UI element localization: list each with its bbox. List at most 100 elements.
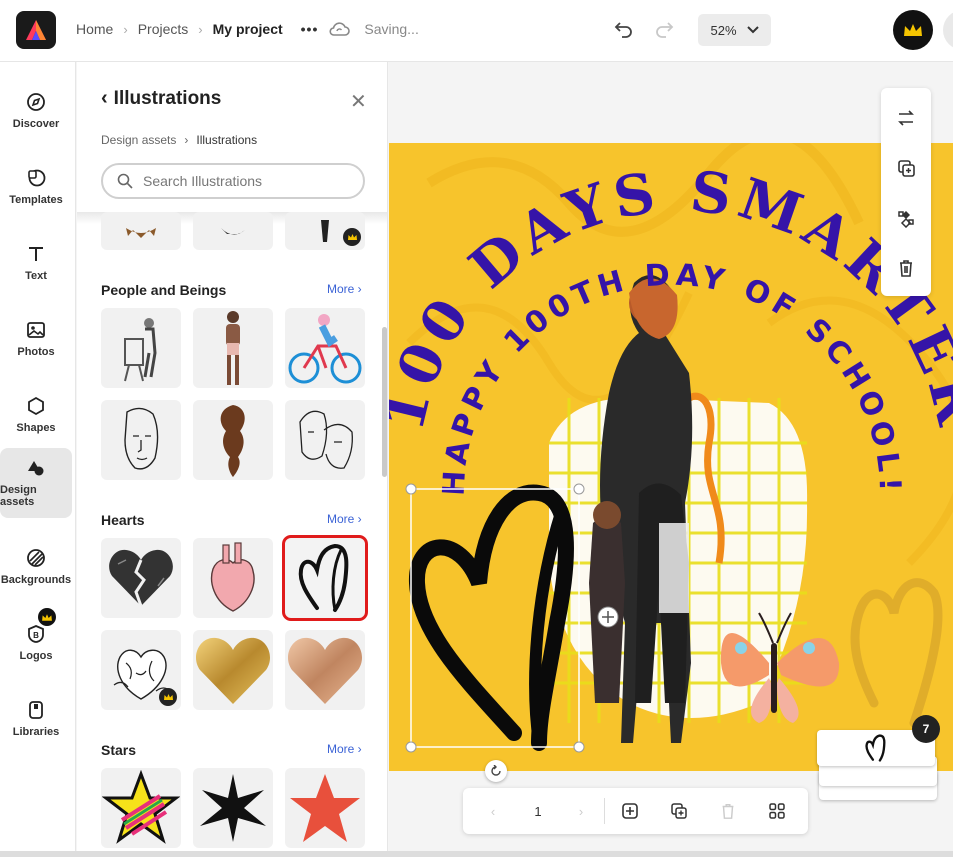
rail-item-shapes[interactable]: Shapes [0, 380, 72, 450]
more-link-hearts[interactable]: More › [327, 512, 362, 526]
search-input[interactable] [143, 173, 343, 189]
panel-scrollbar[interactable] [382, 327, 387, 477]
section-title-people: People and Beings [101, 282, 227, 298]
illustration-tile-red-star[interactable] [285, 768, 365, 848]
more-link-people[interactable]: More › [327, 282, 362, 296]
illustration-tile-rainbow-star[interactable] [101, 768, 181, 848]
panel-title-text: Illustrations [113, 87, 222, 109]
libraries-icon [29, 701, 43, 719]
add-page-button[interactable] [618, 799, 642, 823]
redo-button[interactable] [654, 18, 674, 44]
premium-crown-badge [343, 228, 361, 246]
panel-breadcrumb-current: Illustrations [196, 133, 258, 147]
close-icon[interactable]: ✕ [350, 89, 367, 114]
duplicate-icon [898, 160, 915, 177]
previous-page-button[interactable]: ‹ [481, 799, 505, 823]
more-label: More [327, 512, 355, 526]
illustration-tile-anatomical-heart[interactable] [193, 538, 273, 618]
illustration-tile-scribble-heart-selected[interactable] [282, 535, 368, 621]
rail-item-logos[interactable]: B Logos [0, 608, 72, 678]
illustration-tile[interactable] [285, 212, 365, 250]
chevron-right-icon: › [123, 21, 128, 37]
photo-icon [27, 322, 45, 338]
logos-icon: B [28, 625, 44, 643]
breadcrumb-current[interactable]: My project [213, 21, 283, 37]
cyclist-illustration-icon [288, 314, 362, 384]
duplicate-button[interactable] [894, 156, 918, 180]
illustration-tile-line-face[interactable] [101, 400, 181, 480]
rail-item-photos[interactable]: Photos [0, 304, 72, 374]
rail-label: Discover [12, 118, 60, 130]
duplicate-page-button[interactable] [667, 799, 691, 823]
rail-item-discover[interactable]: Discover [0, 76, 72, 146]
rotate-handle[interactable] [485, 760, 507, 782]
rose-gold-heart-icon [287, 637, 363, 704]
canvas-area: 100 DAYS SMARTER HAPPY 100TH DAY OF SCHO… [389, 62, 953, 857]
braid-illustration-icon [220, 405, 245, 477]
rail-label: Photos [17, 346, 55, 358]
chevron-down-icon [746, 26, 759, 34]
crown-icon [904, 24, 922, 36]
more-options-button[interactable]: ••• [301, 21, 319, 37]
illustrations-panel: ‹ Illustrations ✕ Design assets › Illust… [77, 62, 388, 857]
premium-avatar[interactable] [893, 10, 933, 50]
design-artboard[interactable]: 100 DAYS SMARTER HAPPY 100TH DAY OF SCHO… [389, 143, 953, 771]
grid-view-button[interactable] [765, 799, 789, 823]
breadcrumb-projects[interactable]: Projects [138, 21, 189, 37]
illustration-tile-braid[interactable] [193, 400, 273, 480]
red-star-icon [290, 774, 360, 842]
illustration-tile[interactable] [101, 212, 181, 250]
add-page-icon [622, 803, 638, 819]
trash-icon [900, 260, 912, 277]
rail-item-backgrounds[interactable]: Backgrounds [0, 532, 72, 602]
adobe-express-logo-icon [26, 20, 46, 40]
illustration-tile-black-star[interactable] [193, 768, 273, 848]
rail-label: Shapes [16, 422, 56, 434]
section-title-hearts: Hearts [101, 512, 145, 528]
next-page-button[interactable]: › [569, 799, 593, 823]
arrange-button[interactable] [894, 206, 918, 230]
search-box[interactable] [101, 163, 365, 199]
illustration-tile-bike-rider[interactable] [285, 308, 365, 388]
chevron-left-icon[interactable]: ‹ [101, 87, 108, 110]
cloud-sync-icon [329, 22, 351, 36]
illustration-tile-gold-heart[interactable] [193, 630, 273, 710]
illustration-tile-woman-standing[interactable] [193, 308, 273, 388]
premium-crown-badge [38, 608, 56, 626]
undo-button[interactable] [614, 18, 634, 44]
panel-breadcrumb: Design assets › Illustrations [101, 133, 257, 147]
scribble-heart-icon [865, 734, 886, 762]
crown-icon [42, 613, 52, 621]
app-logo[interactable] [16, 11, 56, 49]
zoom-dropdown[interactable]: 52% [698, 14, 771, 46]
breadcrumb-home[interactable]: Home [76, 21, 113, 37]
premium-crown-badge [159, 688, 177, 706]
rainbow-star-icon [102, 770, 180, 844]
redo-icon [656, 22, 674, 38]
line-face-illustration-icon [124, 407, 159, 470]
delete-page-button[interactable] [716, 799, 740, 823]
more-link-stars[interactable]: More › [327, 742, 362, 756]
rail-item-libraries[interactable]: Libraries [0, 684, 72, 754]
chevron-right-icon: › [184, 133, 189, 147]
user-avatar[interactable] [943, 10, 953, 50]
illustration-tile[interactable] [193, 212, 273, 250]
black-burst-star-icon [200, 774, 266, 842]
illustration-tile-rose-gold-heart[interactable] [285, 630, 365, 710]
replace-button[interactable] [894, 106, 918, 130]
compass-icon [27, 93, 45, 111]
rail-item-templates[interactable]: Templates [0, 152, 72, 222]
rail-item-design-assets[interactable]: Design assets [0, 448, 72, 518]
illustration-tile-man-at-press[interactable] [101, 308, 181, 388]
illustration-tile-two-faces[interactable] [285, 400, 365, 480]
broken-heart-icon [109, 549, 173, 607]
illustration-tile-floral-heart[interactable] [101, 630, 181, 710]
illustration-tile-broken-heart[interactable] [101, 538, 181, 618]
panel-title[interactable]: ‹ Illustrations [101, 87, 221, 110]
delete-button[interactable] [894, 256, 918, 280]
panel-breadcrumb-parent[interactable]: Design assets [101, 133, 176, 147]
current-page-number: 1 [534, 803, 542, 819]
rail-item-text[interactable]: Text [0, 228, 72, 298]
figure-illustration-icon [321, 220, 329, 242]
zoom-value: 52% [710, 22, 737, 38]
